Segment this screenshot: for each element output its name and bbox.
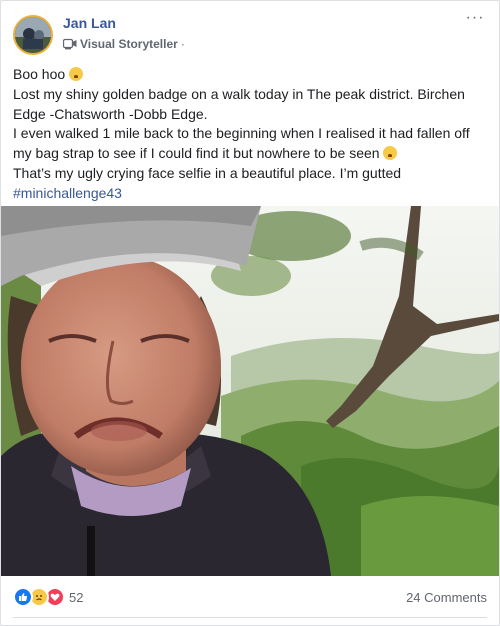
post-line: Boo hoo xyxy=(13,65,489,85)
like-icon xyxy=(13,587,33,607)
post-line: Lost my shiny golden badge on a walk tod… xyxy=(13,85,465,122)
loudly-crying-emoji-icon xyxy=(69,67,84,81)
author-avatar[interactable] xyxy=(13,15,53,55)
hashtag-link[interactable]: #minichallenge43 xyxy=(13,185,122,201)
post-line: I even walked 1 mile back to the beginni… xyxy=(13,125,470,162)
separator-dot: · xyxy=(180,37,185,51)
post-card: Jan Lan Visual Storyteller · ··· Boo hoo… xyxy=(0,0,500,626)
reactions-summary[interactable]: 52 xyxy=(13,587,83,607)
post-line: That’s my ugly crying face selfie in a b… xyxy=(13,164,402,181)
post-text: Boo hoo Lost my shiny golden badge on a … xyxy=(13,65,489,204)
comments-count-link[interactable]: 24 Comments xyxy=(406,590,487,605)
author-role[interactable]: Visual Storyteller xyxy=(80,37,178,51)
footer-divider xyxy=(13,617,487,618)
author-name[interactable]: Jan Lan xyxy=(63,15,116,31)
post-header: Jan Lan Visual Storyteller · ··· xyxy=(13,10,487,57)
sad-face-emoji-icon xyxy=(383,146,398,161)
post-photo[interactable] xyxy=(1,206,499,576)
post-footer: 52 24 Comments xyxy=(13,583,487,611)
visual-storyteller-badge-icon xyxy=(63,38,77,50)
selfie-photo xyxy=(1,206,499,576)
more-options-icon[interactable]: ··· xyxy=(463,10,487,29)
reaction-count: 52 xyxy=(69,589,84,605)
author-subline: Visual Storyteller · xyxy=(63,37,185,51)
